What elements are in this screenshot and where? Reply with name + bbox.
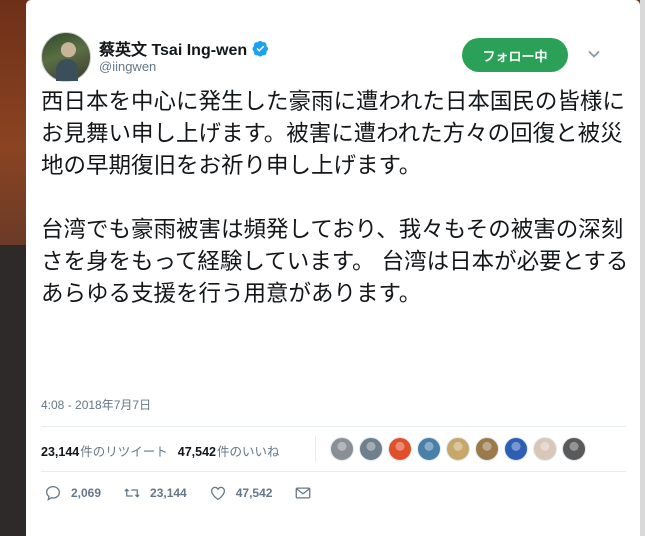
liker-avatar[interactable]: [330, 437, 354, 461]
reply-count: 2,069: [71, 486, 102, 500]
stats-separator: [315, 436, 316, 462]
retweet-button[interactable]: 23,144: [123, 484, 187, 502]
tweet-paragraph: 台湾でも豪雨被害は頻発しており、我々もその被害の深刻さを身をもって経験しています…: [41, 217, 629, 307]
tweet-timestamp[interactable]: 4:08 - 2018年7月7日: [41, 396, 151, 413]
reply-icon: [45, 485, 61, 501]
divider: [41, 471, 626, 472]
liker-avatar[interactable]: [417, 437, 441, 461]
tweet-actions: 2,069 23,144 47,542: [44, 484, 343, 502]
liker-avatar[interactable]: [388, 437, 412, 461]
liker-avatar[interactable]: [475, 437, 499, 461]
retweets-count: 23,144: [41, 445, 80, 459]
author-handle[interactable]: @iingwen: [99, 59, 156, 74]
tweet-paragraph: 西日本を中心に発生した豪雨に遭われた日本国民の皆様にお見舞い申し上げます。被害に…: [41, 89, 625, 179]
envelope-icon: [296, 487, 311, 499]
reply-button[interactable]: 2,069: [44, 484, 101, 502]
verified-badge-icon: [252, 40, 269, 57]
like-count: 47,542: [235, 486, 273, 500]
chevron-down-icon[interactable]: [586, 46, 602, 62]
retweet-count: 23,144: [150, 486, 187, 500]
retweets-label: 件のリツイート: [80, 444, 168, 459]
likes-stat[interactable]: 47,542件のいいね: [178, 441, 280, 461]
heart-icon: [210, 486, 225, 501]
divider: [41, 426, 626, 427]
likes-count: 47,542: [177, 445, 216, 459]
tweet-card: 蔡英文 Tsai Ing-wen @iingwen フォロー中 西日本を中心に発…: [26, 0, 640, 536]
like-button[interactable]: 47,542: [209, 484, 273, 502]
liker-avatar[interactable]: [533, 437, 557, 461]
liker-avatar[interactable]: [504, 437, 528, 461]
liker-avatar[interactable]: [446, 437, 470, 461]
author-name[interactable]: 蔡英文 Tsai Ing-wen: [99, 36, 247, 60]
tweet-header: 蔡英文 Tsai Ing-wen @iingwen フォロー中: [26, 0, 640, 88]
right-edge: [640, 0, 645, 536]
liker-avatar[interactable]: [562, 437, 586, 461]
avatar[interactable]: [41, 32, 91, 82]
following-button[interactable]: フォロー中: [462, 38, 568, 72]
retweets-stat[interactable]: 23,144件のリツイート: [41, 441, 168, 461]
liker-avatar[interactable]: [359, 437, 383, 461]
tweet-text: 西日本を中心に発生した豪雨に遭われた日本国民の皆様にお見舞い申し上げます。被害に…: [41, 86, 631, 310]
likes-label: 件のいいね: [216, 444, 280, 459]
likers-avatars: [330, 437, 591, 461]
tweet-stats: 23,144件のリツイート 47,542件のいいね: [41, 441, 280, 461]
direct-message-button[interactable]: [294, 484, 321, 502]
author-name-row: 蔡英文 Tsai Ing-wen: [99, 36, 269, 60]
retweet-icon: [124, 488, 140, 498]
